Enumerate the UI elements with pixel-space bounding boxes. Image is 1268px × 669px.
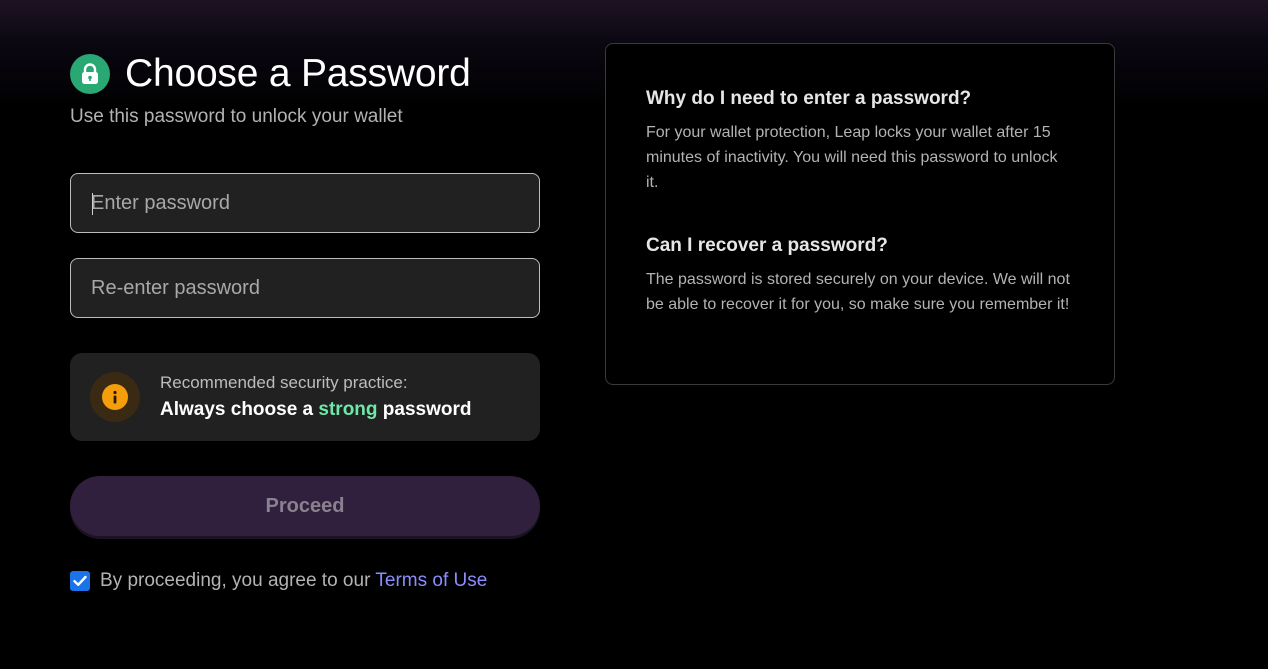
info-icon bbox=[102, 384, 128, 410]
password-form-section: Choose a Password Use this password to u… bbox=[70, 52, 540, 591]
lock-icon bbox=[70, 54, 110, 94]
proceed-button[interactable]: Proceed bbox=[70, 476, 540, 536]
security-tip-card: Recommended security practice: Always ch… bbox=[70, 353, 540, 441]
password-faq-card: Why do I need to enter a password? For y… bbox=[605, 43, 1115, 385]
faq-answer: For your wallet protection, Leap locks y… bbox=[646, 124, 1058, 191]
faq-answer: The password is stored securely on your … bbox=[646, 271, 1070, 313]
confirm-password-input[interactable] bbox=[91, 276, 511, 300]
password-field[interactable] bbox=[70, 173, 540, 233]
title-row: Choose a Password bbox=[70, 52, 540, 96]
tip-message-prefix: Always choose a bbox=[160, 399, 319, 420]
tip-text: Recommended security practice: Always ch… bbox=[160, 373, 472, 421]
faq-question: Why do I need to enter a password? bbox=[646, 88, 972, 109]
info-icon-container bbox=[90, 372, 140, 422]
terms-of-use-link[interactable]: Terms of Use bbox=[375, 570, 487, 592]
tip-message-suffix: password bbox=[377, 399, 472, 420]
confirm-password-field[interactable] bbox=[70, 258, 540, 318]
agree-checkbox[interactable] bbox=[70, 571, 90, 591]
tip-message-highlight: strong bbox=[318, 399, 378, 420]
page-title: Choose a Password bbox=[125, 52, 471, 95]
terms-agreement: By proceeding, you agree to our Terms of… bbox=[70, 570, 487, 592]
page-subtitle: Use this password to unlock your wallet bbox=[70, 106, 403, 127]
faq-question: Can I recover a password? bbox=[646, 235, 888, 256]
tip-message: Always choose a strong password bbox=[160, 399, 472, 421]
agree-text: By proceeding, you agree to our bbox=[100, 570, 371, 591]
text-caret bbox=[92, 193, 93, 215]
password-input[interactable] bbox=[91, 191, 511, 215]
tip-caption: Recommended security practice: bbox=[160, 373, 408, 392]
